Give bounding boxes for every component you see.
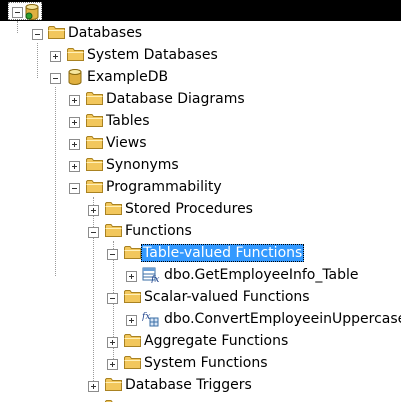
tree-node-table-valued-functions[interactable]: Table-valued Functions: [0, 242, 401, 264]
collapse-icon[interactable]: [88, 227, 99, 238]
expand-icon[interactable]: [69, 95, 80, 106]
database-icon: [68, 69, 82, 85]
collapse-icon[interactable]: [107, 249, 118, 260]
tree-label: Synonyms: [106, 157, 179, 173]
folder-icon: [48, 25, 65, 39]
tree-node-functions[interactable]: Functions: [0, 220, 401, 242]
expand-icon[interactable]: [107, 359, 118, 370]
collapse-icon[interactable]: [69, 183, 80, 194]
tree-label: System Databases: [87, 47, 218, 63]
folder-icon: [124, 355, 141, 369]
tree-node-views[interactable]: Views: [0, 132, 401, 154]
expand-icon[interactable]: [107, 337, 118, 348]
folder-icon: [86, 135, 103, 149]
folder-icon: [86, 179, 103, 193]
tree-label: Programmability: [106, 179, 222, 195]
scalar-function-icon: fx: [142, 312, 159, 327]
expand-icon[interactable]: [69, 139, 80, 150]
expand-icon[interactable]: [88, 205, 99, 216]
svg-text:fx: fx: [142, 312, 150, 322]
tree-label: Tables: [106, 113, 150, 129]
collapse-icon[interactable]: [50, 73, 61, 84]
collapse-icon[interactable]: [32, 29, 43, 40]
tree-label: ExampleDB: [87, 69, 169, 85]
table-valued-function-icon: fx: [142, 267, 159, 283]
object-explorer-top-bar: [0, 0, 401, 21]
tree-label: Stored Procedures: [125, 201, 253, 217]
tree-node-stored-procedures[interactable]: Stored Procedures: [0, 198, 401, 220]
tree-node-get-employee-info-table[interactable]: fx dbo.GetEmployeeInfo_Table: [0, 264, 401, 286]
expand-icon[interactable]: [88, 381, 99, 392]
folder-icon: [124, 245, 141, 259]
tree-label-selected: Table-valued Functions: [141, 244, 305, 262]
tree-node-partial[interactable]: [0, 396, 401, 402]
tree-node-database-triggers[interactable]: Database Triggers: [0, 374, 401, 396]
tree-node-databases[interactable]: Databases: [0, 22, 401, 44]
folder-icon: [124, 333, 141, 347]
tree-node-exampledb[interactable]: ExampleDB: [0, 66, 401, 88]
expand-icon[interactable]: [69, 161, 80, 172]
expand-icon[interactable]: [126, 271, 137, 282]
tree-label: Scalar-valued Functions: [144, 289, 310, 305]
tree-label: Databases: [68, 25, 143, 41]
tree-node-system-databases[interactable]: System Databases: [0, 44, 401, 66]
tree-node-scalar-valued-functions[interactable]: Scalar-valued Functions: [0, 286, 401, 308]
tree-node-database-diagrams[interactable]: Database Diagrams: [0, 88, 401, 110]
expand-icon[interactable]: [126, 315, 137, 326]
folder-icon: [86, 113, 103, 127]
tree-node-convert-employee-uppercase[interactable]: fx dbo.ConvertEmployeeinUppercase: [0, 308, 401, 330]
tree-node-system-functions[interactable]: System Functions: [0, 352, 401, 374]
tree-node-synonyms[interactable]: Synonyms: [0, 154, 401, 176]
folder-icon: [86, 157, 103, 171]
folder-icon: [67, 47, 84, 61]
folder-icon: [105, 223, 122, 237]
expand-icon[interactable]: [50, 51, 61, 62]
tree-label: Database Diagrams: [106, 91, 245, 107]
server-node[interactable]: [8, 2, 42, 20]
folder-icon: [105, 377, 122, 391]
server-database-icon: [25, 4, 39, 20]
collapse-icon[interactable]: [12, 7, 23, 18]
tree-label: dbo.GetEmployeeInfo_Table: [164, 267, 359, 283]
tree-label: dbo.ConvertEmployeeinUppercase: [164, 311, 401, 327]
tree-node-programmability[interactable]: Programmability: [0, 176, 401, 198]
tree-node-tables[interactable]: Tables: [0, 110, 401, 132]
tree-label: Views: [106, 135, 147, 151]
tree-label: System Functions: [144, 355, 268, 371]
tree-node-aggregate-functions[interactable]: Aggregate Functions: [0, 330, 401, 352]
tree-label: Functions: [125, 223, 192, 239]
folder-icon: [105, 201, 122, 215]
folder-icon: [124, 289, 141, 303]
collapse-icon[interactable]: [107, 293, 118, 304]
object-explorer-tree: Databases System Databases ExampleDB Dat…: [0, 21, 401, 402]
tree-label: Aggregate Functions: [144, 333, 289, 349]
svg-text:fx: fx: [150, 275, 159, 283]
tree-label: Database Triggers: [125, 377, 252, 393]
folder-icon: [86, 91, 103, 105]
expand-icon[interactable]: [69, 117, 80, 128]
